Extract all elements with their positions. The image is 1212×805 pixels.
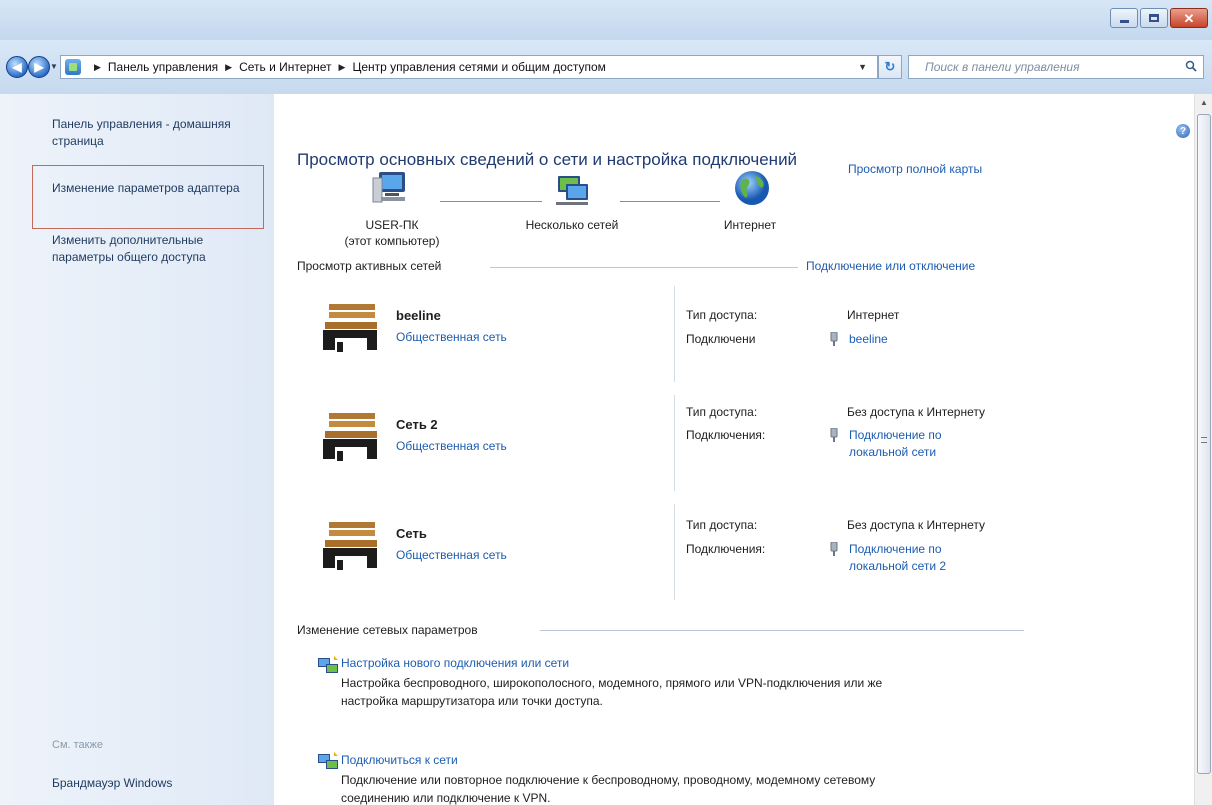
scroll-grip-icon — [1201, 437, 1207, 443]
minimize-button[interactable] — [1110, 8, 1138, 28]
connections-label: Подключени — [686, 332, 756, 346]
network-item: Сеть Общественная сеть Тип доступа: Без … — [297, 504, 1037, 614]
connection-link[interactable]: Подключение по локальной сети — [829, 427, 999, 461]
address-field[interactable]: ▶ Панель управления ▶ Сеть и Интернет ▶ … — [60, 55, 878, 79]
setup-new-connection-description: Настройка беспроводного, широкополосного… — [341, 676, 883, 708]
back-button[interactable]: ◀ — [6, 56, 28, 78]
breadcrumb-arrow-icon[interactable]: ▶ — [225, 62, 232, 73]
network-name: Сеть 2 — [396, 417, 438, 432]
network-name: beeline — [396, 308, 441, 323]
public-network-bench-icon[interactable] — [319, 411, 381, 463]
back-arrow-icon: ◀ — [12, 60, 22, 74]
breadcrumb-network-center[interactable]: Центр управления сетями и общим доступом — [352, 60, 606, 74]
connection-name: beeline — [849, 332, 888, 346]
breadcrumb-arrow-icon[interactable]: ▶ — [339, 62, 346, 73]
change-settings-heading: Изменение сетевых параметров — [297, 623, 478, 637]
network-name: Сеть — [396, 526, 427, 541]
computer-label: USER-ПК — [365, 218, 419, 232]
access-type-value: Без доступа к Интернету — [847, 405, 986, 419]
scroll-up-arrow-icon[interactable]: ▲ — [1195, 94, 1212, 110]
network-item: beeline Общественная сеть Тип доступа: И… — [297, 286, 1037, 396]
access-type-value: Интернет — [847, 308, 900, 322]
connect-disconnect-link[interactable]: Подключение или отключение — [806, 259, 975, 273]
sidebar-item-windows-firewall[interactable]: Брандмауэр Windows — [52, 776, 172, 790]
search-input[interactable]: Поиск в панели управления — [908, 55, 1204, 79]
computer-sublabel: (этот компьютер) — [344, 234, 440, 248]
connect-to-network-link[interactable]: Подключиться к сети — [341, 753, 458, 767]
multiple-networks-icon[interactable] — [552, 170, 592, 210]
connection-link[interactable]: Подключение по локальной сети 2 — [829, 541, 999, 575]
section-divider — [490, 267, 798, 268]
access-type-label: Тип доступа: — [686, 518, 758, 532]
computer-icon[interactable] — [371, 168, 411, 208]
column-divider — [674, 286, 675, 382]
connections-label: Подключения: — [686, 428, 766, 442]
connection-plug-icon — [830, 332, 838, 346]
multiple-networks-label: Несколько сетей — [525, 218, 619, 232]
breadcrumb-control-panel[interactable]: Панель управления — [108, 60, 218, 74]
close-button[interactable]: ✕ — [1170, 8, 1208, 28]
public-network-bench-icon[interactable] — [319, 302, 381, 354]
search-icon[interactable] — [1185, 60, 1197, 72]
connection-plug-icon — [830, 428, 838, 442]
view-full-map-link[interactable]: Просмотр полной карты — [848, 162, 982, 176]
section-divider — [540, 630, 1024, 631]
connection-plug-icon — [830, 542, 838, 556]
connect-to-network-description: Подключение или повторное подключение к … — [341, 773, 876, 805]
refresh-button[interactable]: ↻ — [878, 55, 902, 79]
minimize-icon — [1119, 20, 1129, 23]
forward-button[interactable]: ▶ — [28, 56, 50, 78]
connections-label: Подключения: — [686, 542, 766, 556]
access-type-label: Тип доступа: — [686, 308, 758, 322]
sidebar-item-advanced-sharing[interactable]: Изменить дополнительные параметры общего… — [52, 232, 262, 266]
column-divider — [674, 395, 675, 491]
sidebar-selection-highlight — [32, 165, 264, 229]
page-title: Просмотр основных сведений о сети и наст… — [297, 150, 798, 169]
connection-name: Подключение по локальной сети 2 — [849, 542, 947, 573]
public-network-bench-icon[interactable] — [319, 520, 381, 572]
internet-globe-icon[interactable] — [732, 168, 772, 208]
access-type-value: Без доступа к Интернету — [847, 518, 986, 532]
control-panel-icon — [65, 59, 81, 75]
setup-new-connection-link[interactable]: Настройка нового подключения или сети — [341, 656, 569, 670]
address-dropdown-icon[interactable]: ▼ — [858, 62, 867, 72]
sidebar-item-adapter-settings[interactable]: Изменение параметров адаптера — [52, 180, 262, 197]
network-type-link[interactable]: Общественная сеть — [396, 330, 507, 344]
access-type-label: Тип доступа: — [686, 405, 758, 419]
sidebar-item-control-panel-home[interactable]: Панель управления - домашняя страница — [52, 116, 262, 150]
close-icon: ✕ — [1183, 10, 1195, 26]
refresh-icon: ↻ — [884, 59, 896, 74]
title-bar: ✕ — [0, 0, 1212, 40]
map-connection-line — [620, 201, 720, 202]
connection-link[interactable]: beeline — [829, 331, 1029, 348]
map-connection-line — [440, 201, 542, 202]
active-networks-heading: Просмотр активных сетей — [297, 259, 442, 273]
address-toolbar: ◀ ▶ ▼ ▶ Панель управления ▶ Сеть и Интер… — [0, 40, 1212, 94]
see-also-heading: См. также — [52, 739, 103, 751]
maximize-button[interactable] — [1140, 8, 1168, 28]
vertical-scrollbar[interactable]: ▲ — [1194, 94, 1212, 805]
connection-name: Подключение по локальной сети — [849, 428, 942, 459]
help-icon[interactable]: ? — [1176, 124, 1190, 138]
column-divider — [674, 504, 675, 600]
scroll-thumb[interactable] — [1197, 114, 1211, 774]
new-connection-icon[interactable] — [316, 654, 340, 678]
connect-to-network-icon[interactable] — [316, 750, 340, 774]
search-placeholder: Поиск в панели управления — [925, 60, 1080, 74]
recent-pages-chevron-icon[interactable]: ▼ — [50, 62, 58, 71]
internet-label: Интернет — [723, 218, 777, 232]
breadcrumb-arrow-icon[interactable]: ▶ — [94, 62, 101, 73]
forward-arrow-icon: ▶ — [34, 60, 44, 74]
network-item: Сеть 2 Общественная сеть Тип доступа: Бе… — [297, 395, 1037, 505]
network-type-link[interactable]: Общественная сеть — [396, 439, 507, 453]
network-type-link[interactable]: Общественная сеть — [396, 548, 507, 562]
breadcrumb-network-internet[interactable]: Сеть и Интернет — [239, 60, 331, 74]
window-controls: ✕ — [1110, 8, 1208, 28]
maximize-icon — [1149, 14, 1159, 22]
